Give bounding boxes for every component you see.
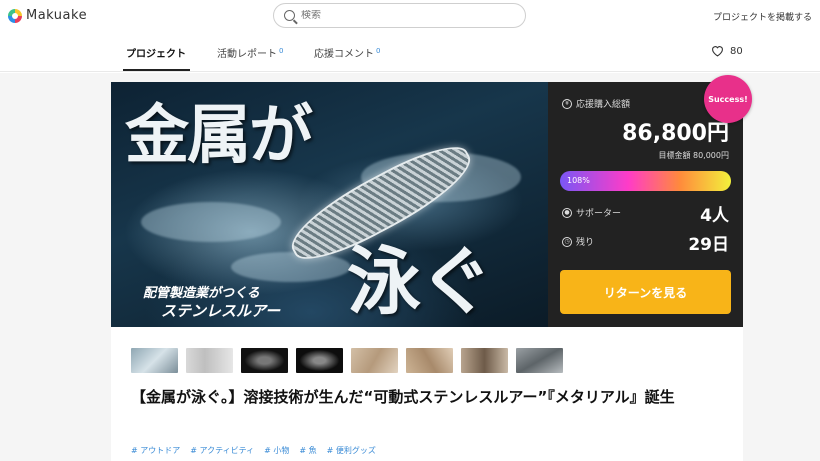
project-nav: プロジェクト 活動レポート 0 応援コメント 0 80 [0, 34, 820, 72]
tag-fish[interactable]: # 魚 [299, 445, 316, 456]
tab-activity-report[interactable]: 活動レポート 0 [217, 45, 283, 60]
remaining-label: ◷ 残り [562, 235, 594, 248]
thumbnail-5[interactable] [351, 348, 398, 373]
thumbnail-7[interactable] [461, 348, 508, 373]
hero-subtitle-line1: 配管製造業がつくる [143, 286, 260, 301]
post-project-link[interactable]: プロジェクトを掲載する [713, 10, 812, 23]
water-splash [231, 252, 351, 282]
supporters-count: 4人 [700, 206, 729, 226]
tab-project-label: プロジェクト [126, 49, 186, 60]
tag-list: # アウトドア # アクティビティ # 小物 # 魚 # 便利グッズ [131, 445, 376, 456]
supporters-label: ● サポーター [562, 206, 621, 219]
image-thumbnails [131, 348, 563, 373]
tab-support-comments[interactable]: 応援コメント 0 [314, 45, 380, 60]
water-splash [141, 202, 281, 242]
supporters-label-text: サポーター [576, 209, 622, 219]
search-box[interactable] [273, 3, 526, 28]
hero-title-line1: 金属が [125, 98, 313, 173]
thumbnail-1[interactable] [131, 348, 178, 373]
tag-useful-goods[interactable]: # 便利グッズ [327, 445, 376, 456]
tag-outdoor[interactable]: # アウトドア [131, 445, 180, 456]
makuake-logo[interactable]: Makuake [8, 8, 87, 23]
like-count: 80 [730, 45, 743, 57]
project-hero-image[interactable]: 金属が 泳ぐ 配管製造業がつくる ステンレスルアー [111, 82, 548, 327]
target-amount: 目標金額 80,000円 [658, 151, 729, 160]
hero-subtitle-line2: ステンレスルアー [161, 302, 281, 320]
remaining-days: 29日 [688, 235, 729, 255]
tab-support-comments-label: 応援コメント [314, 49, 374, 60]
amount-label: ¥ 応援購入総額 [562, 97, 630, 110]
tab-project[interactable]: プロジェクト [126, 45, 186, 60]
thumbnail-2[interactable] [186, 348, 233, 373]
project-content-card: 【金属が泳ぐ。】溶接技術が生んだ“可動式ステンレスルアー”『メタリアル』誕生 #… [111, 327, 743, 461]
amount-label-text: 応援購入総額 [576, 100, 631, 110]
thumbnail-6[interactable] [406, 348, 453, 373]
logo-text: Makuake [26, 8, 88, 23]
success-badge: Success! [704, 75, 752, 123]
tag-accessories[interactable]: # 小物 [264, 445, 289, 456]
heart-icon [712, 46, 723, 57]
logo-mark-icon [8, 8, 22, 23]
thumbnail-3[interactable] [241, 348, 288, 373]
view-returns-button[interactable]: リターンを見る [560, 270, 731, 314]
like-button[interactable]: 80 [711, 45, 743, 57]
hero-title-line2: 泳ぐ [347, 239, 493, 325]
tab-activity-report-label: 活動レポート [217, 49, 277, 60]
progress-percent: 108% [567, 176, 590, 185]
clock-icon: ◷ [562, 236, 572, 247]
tab-support-comments-count: 0 [376, 46, 381, 55]
remaining-label-text: 残り [576, 238, 595, 248]
yen-icon: ¥ [562, 98, 572, 109]
site-header: Makuake プロジェクトを掲載する [0, 0, 820, 34]
search-icon [284, 10, 295, 21]
tab-activity-report-count: 0 [279, 46, 284, 55]
active-tab-underline [123, 69, 190, 71]
search-input[interactable] [301, 10, 501, 21]
project-title: 【金属が泳ぐ。】溶接技術が生んだ“可動式ステンレスルアー”『メタリアル』誕生 [131, 388, 675, 406]
funding-amount: 86,800円 [622, 121, 729, 146]
user-icon: ● [562, 207, 572, 218]
funding-progress-bar: 108% [560, 171, 731, 191]
tag-activity[interactable]: # アクティビティ [190, 445, 254, 456]
thumbnail-4[interactable] [296, 348, 343, 373]
thumbnail-8[interactable] [516, 348, 563, 373]
